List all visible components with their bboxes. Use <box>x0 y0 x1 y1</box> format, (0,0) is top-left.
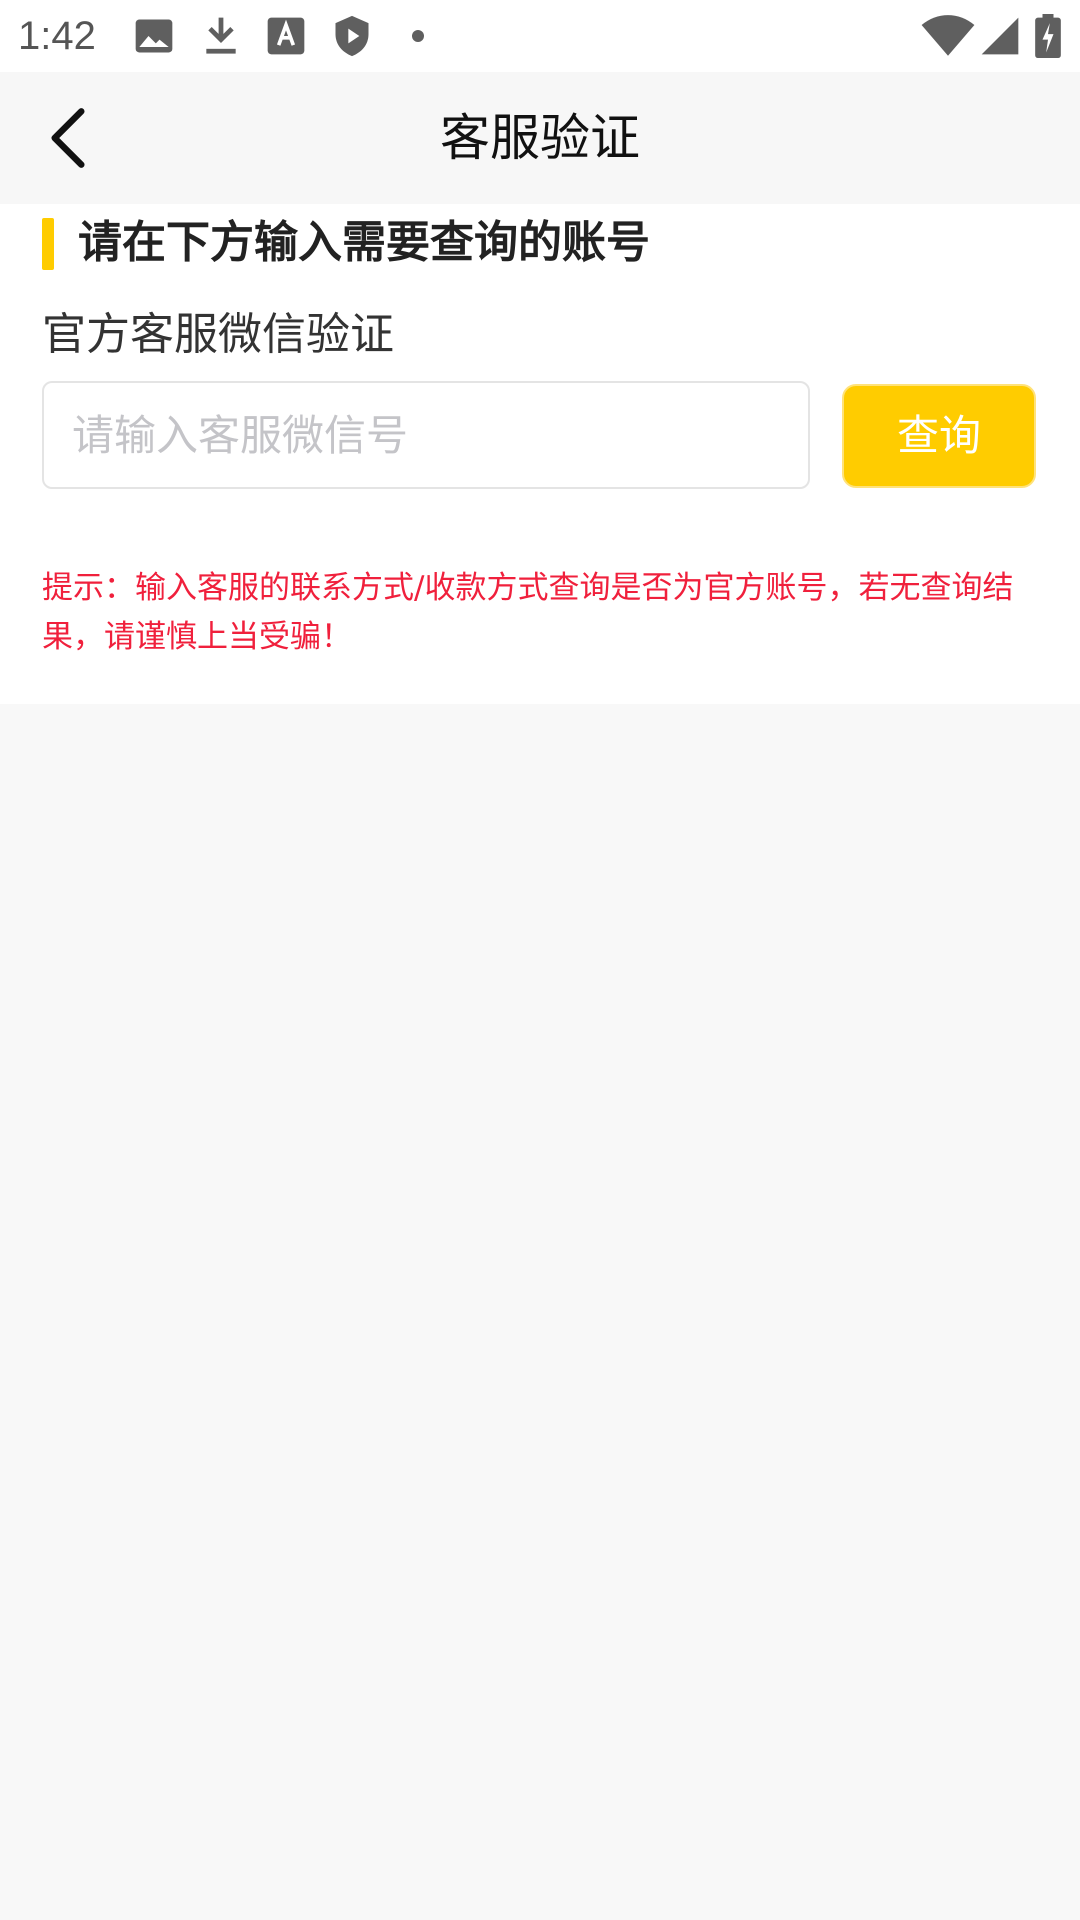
download-icon <box>199 14 243 58</box>
battery-charging-icon <box>1032 14 1064 58</box>
title-bar: 客服验证 <box>0 72 1080 204</box>
text-a-icon <box>264 14 308 58</box>
field-label: 官方客服微信验证 <box>42 309 394 360</box>
warning-tip: 提示：输入客服的联系方式/收款方式查询是否为官方账号，若无查询结果，请谨慎上当受… <box>42 570 1014 655</box>
status-time: 1:42 <box>18 14 96 58</box>
page-title: 客服验证 <box>440 109 640 167</box>
section-title: 请在下方输入需要查询的账号 <box>78 217 650 268</box>
query-card: 请在下方输入需要查询的账号 官方客服微信验证 查询 提示：输入客服的联系方式/收… <box>0 204 1080 704</box>
shield-play-icon <box>330 14 374 58</box>
image-icon <box>132 14 176 58</box>
wechat-input-container <box>42 381 810 489</box>
dot-icon <box>406 24 430 48</box>
query-button[interactable]: 查询 <box>842 384 1036 488</box>
wifi-icon <box>920 14 976 58</box>
status-bar: 1:42 <box>0 0 1080 72</box>
section-accent-bar <box>42 218 54 270</box>
wechat-id-input[interactable] <box>44 383 808 487</box>
cell-signal-icon <box>978 14 1022 58</box>
